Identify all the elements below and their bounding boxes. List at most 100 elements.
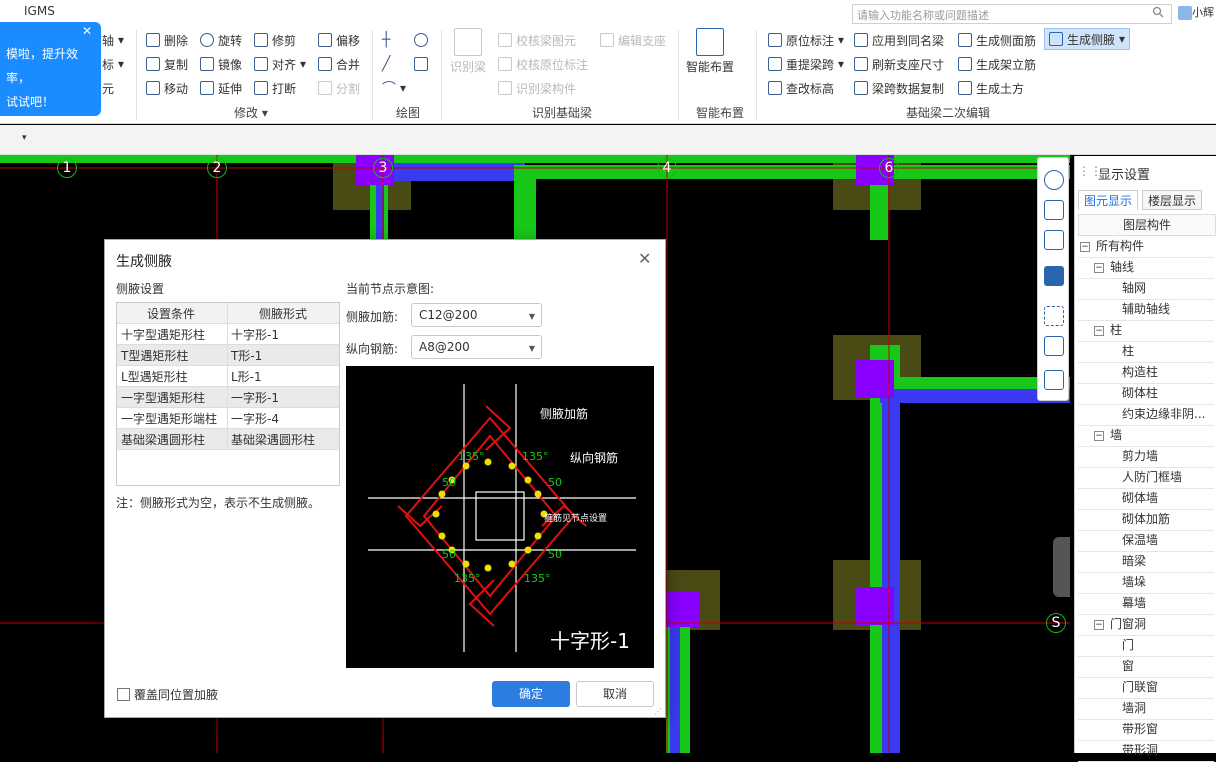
apply-same-beam-button[interactable]: 应用到同名梁 <box>854 30 944 50</box>
panel-collapse-handle[interactable] <box>1053 537 1070 597</box>
tree-item[interactable]: − 柱 <box>1094 320 1122 341</box>
gen-side-rebar-button[interactable]: 生成侧面筋 <box>958 30 1036 50</box>
table-row[interactable]: T型遇矩形柱 T形-1 <box>117 345 339 366</box>
user-name[interactable]: 小辉 <box>1178 4 1214 20</box>
ribbon-item-mark[interactable]: 标 ▾ <box>102 54 124 74</box>
tree-item[interactable]: 轴网 <box>1122 278 1146 299</box>
tree-item[interactable]: − 所有构件 <box>1080 236 1144 257</box>
ribbon-item-elem[interactable]: 元 <box>102 78 114 98</box>
group-label-modify[interactable]: 修改 ▾ <box>234 104 268 121</box>
edit-elevation-button[interactable]: 查改标高 <box>768 78 834 98</box>
table-row[interactable]: 十字型遇矩形柱 十字形-1 <box>117 324 339 345</box>
gen-haunch-button[interactable]: 生成侧腋 ▾ <box>1044 28 1131 50</box>
close-icon[interactable]: ✕ <box>638 249 651 268</box>
tree-item[interactable]: 保温墙 <box>1122 530 1158 551</box>
fit-view-icon[interactable] <box>1044 306 1064 326</box>
orbit-icon[interactable] <box>1044 170 1064 190</box>
gen-erect-rebar-button[interactable]: 生成架立筋 <box>958 54 1036 74</box>
collapse-icon[interactable]: − <box>1094 262 1104 273</box>
smart-layout-button[interactable]: 智能布置 <box>686 28 734 88</box>
copy-button[interactable]: 复制 <box>146 54 188 74</box>
user-label: 小辉 <box>1192 6 1214 19</box>
rect-tool[interactable] <box>414 54 428 74</box>
haunch-rebar-select[interactable]: C12@200 ▼ <box>411 303 542 327</box>
tree-item[interactable]: 砌体墙 <box>1122 488 1158 509</box>
tree-item[interactable]: 幕墙 <box>1122 593 1146 614</box>
tip-close-icon[interactable]: ✕ <box>82 24 92 38</box>
rotate-button[interactable]: 旋转 <box>200 30 242 50</box>
extend-button[interactable]: 延伸 <box>200 78 242 98</box>
collapse-icon[interactable]: − <box>1094 325 1104 336</box>
refresh-support-button[interactable]: 刷新支座尺寸 <box>854 54 944 74</box>
table-row[interactable]: 一字型遇矩形柱 一字形-1 <box>117 387 339 408</box>
tree-item[interactable]: − 墙 <box>1094 425 1122 446</box>
tree-item[interactable]: 窗 <box>1122 656 1134 677</box>
collapse-icon[interactable]: − <box>1094 619 1104 630</box>
cancel-button[interactable]: 取消 <box>576 681 654 707</box>
tree-item[interactable]: 带形洞 <box>1122 740 1158 761</box>
component-icon <box>498 81 512 95</box>
mirror-button[interactable]: 镜像 <box>200 54 242 74</box>
tab-floor-display[interactable]: 楼层显示 <box>1142 190 1203 210</box>
tree-item[interactable]: 墙垛 <box>1122 572 1146 593</box>
earthwork-icon <box>958 81 972 95</box>
3d-view-icon[interactable] <box>1044 200 1064 220</box>
split-button[interactable]: 分割 <box>318 78 360 98</box>
search-input[interactable]: 请输入功能名称或问题描述 <box>852 4 1172 24</box>
long-rebar-select[interactable]: A8@200 ▼ <box>411 335 542 359</box>
circle-tool[interactable] <box>414 30 428 50</box>
delete-button[interactable]: 删除 <box>146 30 188 50</box>
trim-button[interactable]: 修剪 <box>254 30 296 50</box>
line-tool[interactable]: ╱ <box>382 54 390 74</box>
check-beam-button[interactable]: 校核梁图元 <box>498 30 576 50</box>
tree-item[interactable]: 门 <box>1122 635 1134 656</box>
tab-element-display[interactable]: 图元显示 <box>1078 190 1139 210</box>
identify-component-button[interactable]: 识别梁构件 <box>498 78 576 98</box>
overlap-checkbox[interactable]: 覆盖同位置加腋 <box>117 686 218 703</box>
tree-item[interactable]: 带形窗 <box>1122 719 1158 740</box>
dropdown-arrow-icon[interactable]: ▾ <box>22 133 27 143</box>
section-box-icon[interactable] <box>1044 336 1064 356</box>
tree-item[interactable]: 辅助轴线 <box>1122 299 1170 320</box>
tree-item[interactable]: 门联窗 <box>1122 677 1158 698</box>
tree-item[interactable]: − 门窗洞 <box>1094 614 1146 635</box>
collapse-icon[interactable]: − <box>1080 241 1090 252</box>
in-situ-mark-button[interactable]: 原位标注 ▾ <box>768 30 844 50</box>
edit-support-button[interactable]: 编辑支座 <box>600 30 666 50</box>
gen-earthwork-button[interactable]: 生成土方 <box>958 78 1024 98</box>
check-mark-button[interactable]: 校核原位标注 <box>498 54 588 74</box>
tree-item[interactable]: 柱 <box>1122 341 1134 362</box>
tree-item[interactable]: 砌体加筋 <box>1122 509 1170 530</box>
search-icon[interactable] <box>1152 6 1164 18</box>
table-row[interactable]: 基础梁遇圆形柱 基础梁遇圆形柱 <box>117 429 339 450</box>
tree-item[interactable]: 约束边缘非阴... <box>1122 404 1205 425</box>
cube-icon[interactable] <box>1044 230 1064 250</box>
collapse-icon[interactable]: − <box>1094 430 1104 441</box>
arc-tool[interactable]: ⌒ ▾ <box>382 78 406 98</box>
re-span-button[interactable]: 重提梁跨 ▾ <box>768 54 844 74</box>
tree-item[interactable]: 砌体柱 <box>1122 383 1158 404</box>
haunch-rebar-label: 侧腋加筋: <box>346 310 399 324</box>
table-row[interactable]: 一字型遇矩形端柱 一字形-4 <box>117 408 339 429</box>
point-tool[interactable]: ┼ <box>382 30 390 50</box>
move-button[interactable]: 移动 <box>146 78 188 98</box>
table-row[interactable]: L型遇矩形柱 L形-1 <box>117 366 339 387</box>
tree-item[interactable]: 人防门框墙 <box>1122 467 1182 488</box>
solid-view-icon[interactable] <box>1044 266 1064 286</box>
diagram-angle: 135° <box>454 572 481 585</box>
copy-span-data-button[interactable]: 梁跨数据复制 <box>854 78 944 98</box>
ok-button[interactable]: 确定 <box>492 681 570 707</box>
resize-grip-icon[interactable]: ⋰ <box>654 707 662 716</box>
tree-item[interactable]: 构造柱 <box>1122 362 1158 383</box>
align-button[interactable]: 对齐 ▾ <box>254 54 306 74</box>
offset-button[interactable]: 偏移 <box>318 30 360 50</box>
tree-item[interactable]: 剪力墙 <box>1122 446 1158 467</box>
break-button[interactable]: 打断 <box>254 78 296 98</box>
layer-view-icon[interactable] <box>1044 370 1064 390</box>
tree-item[interactable]: 暗梁 <box>1122 551 1146 572</box>
identify-beam-button[interactable]: 识别梁 <box>450 28 486 88</box>
tree-item[interactable]: − 轴线 <box>1094 257 1134 278</box>
tree-item[interactable]: 墙洞 <box>1122 698 1146 719</box>
ribbon-item-axis[interactable]: 轴 ▾ <box>102 30 124 50</box>
merge-button[interactable]: 合并 <box>318 54 360 74</box>
